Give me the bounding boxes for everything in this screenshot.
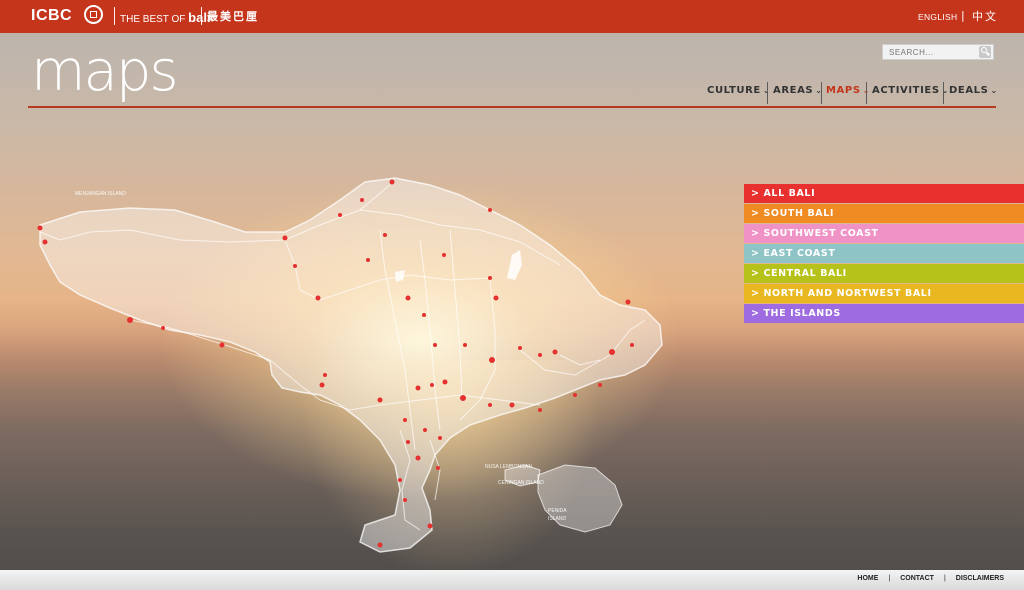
footer-home-link[interactable]: HOME <box>857 575 878 582</box>
map-label-nusa-lembongan: NUSA LEMBONGAN <box>485 464 532 470</box>
header-divider <box>201 7 202 25</box>
tagline-prefix: THE BEST OF <box>120 14 186 25</box>
nav-item-label: CULTURE <box>707 85 761 96</box>
language-english-link[interactable]: ENGLISH <box>918 12 957 22</box>
footer-separator: | <box>888 575 891 582</box>
nav-separator <box>767 82 768 104</box>
title-underline <box>28 106 996 108</box>
icbc-logo-icon[interactable] <box>84 5 103 24</box>
map-label-menjangan: MENJANGAN ISLAND <box>75 191 126 197</box>
region-the-islands[interactable]: > THE ISLANDS <box>744 304 1024 323</box>
nav-item-culture[interactable]: CULTURE⌄ <box>707 84 770 100</box>
region-south-bali[interactable]: > SOUTH BALI <box>744 204 1024 223</box>
icbc-logo-text[interactable]: ICBC <box>31 7 72 25</box>
nav-item-label: ACTIVITIES <box>872 85 940 96</box>
header-divider <box>114 7 115 25</box>
language-chinese-link[interactable]: 中文 <box>972 8 998 24</box>
map-label-penida: PENIDA <box>548 508 567 514</box>
nav-item-label: MAPS <box>826 85 861 96</box>
chevron-down-icon: ⌄ <box>990 86 998 95</box>
nav-item-label: AREAS <box>773 85 814 96</box>
region-all-bali[interactable]: > ALL BALI <box>744 184 1024 203</box>
nav-separator <box>943 82 944 104</box>
nav-item-deals[interactable]: DEALS ⌄ <box>949 84 998 100</box>
top-bar: ICBC THE BEST OF bali 最美巴厘 ENGLISH | 中文 <box>0 0 1024 33</box>
region-menu: > ALL BALI > SOUTH BALI > SOUTHWEST COAS… <box>744 184 1024 324</box>
tagline-chinese: 最美巴厘 <box>207 10 259 23</box>
region-east-coast[interactable]: > EAST COAST <box>744 244 1024 263</box>
search-input[interactable] <box>883 45 981 59</box>
tagline: THE BEST OF bali <box>120 10 211 25</box>
footer-separator: | <box>943 575 946 582</box>
search-button[interactable] <box>979 46 991 58</box>
nav-separator <box>866 82 867 104</box>
bali-map[interactable]: MENJANGAN ISLAND NUSA LEMBONGAN CENINGAN… <box>0 170 680 560</box>
region-north-northwest-bali[interactable]: > NORTH AND NORTWEST BALI <box>744 284 1024 303</box>
nav-item-areas[interactable]: AREAS ⌄ <box>773 84 823 100</box>
search-icon-handle <box>986 51 990 56</box>
footer-links: HOME | CONTACT | DISCLAIMERS <box>853 575 1008 582</box>
region-southwest-coast[interactable]: > SOUTHWEST COAST <box>744 224 1024 243</box>
page-title: maps <box>31 39 179 104</box>
footer-disclaimers-link[interactable]: DISCLAIMERS <box>956 575 1004 582</box>
nav-item-activities[interactable]: ACTIVITIES ⌄ <box>872 84 949 100</box>
nav-separator <box>821 82 822 104</box>
map-label-ceningan: CENINGAN ISLAND <box>498 480 544 486</box>
footer-contact-link[interactable]: CONTACT <box>900 575 934 582</box>
nav-item-label: DEALS <box>949 85 989 96</box>
footer: HOME | CONTACT | DISCLAIMERS <box>0 570 1024 590</box>
map-label-penida-island: ISLAND <box>548 516 566 522</box>
search-box <box>882 44 994 60</box>
nav-item-maps[interactable]: MAPS⌄ <box>826 84 870 100</box>
region-central-bali[interactable]: > CENTRAL BALI <box>744 264 1024 283</box>
language-separator: | <box>961 9 965 22</box>
